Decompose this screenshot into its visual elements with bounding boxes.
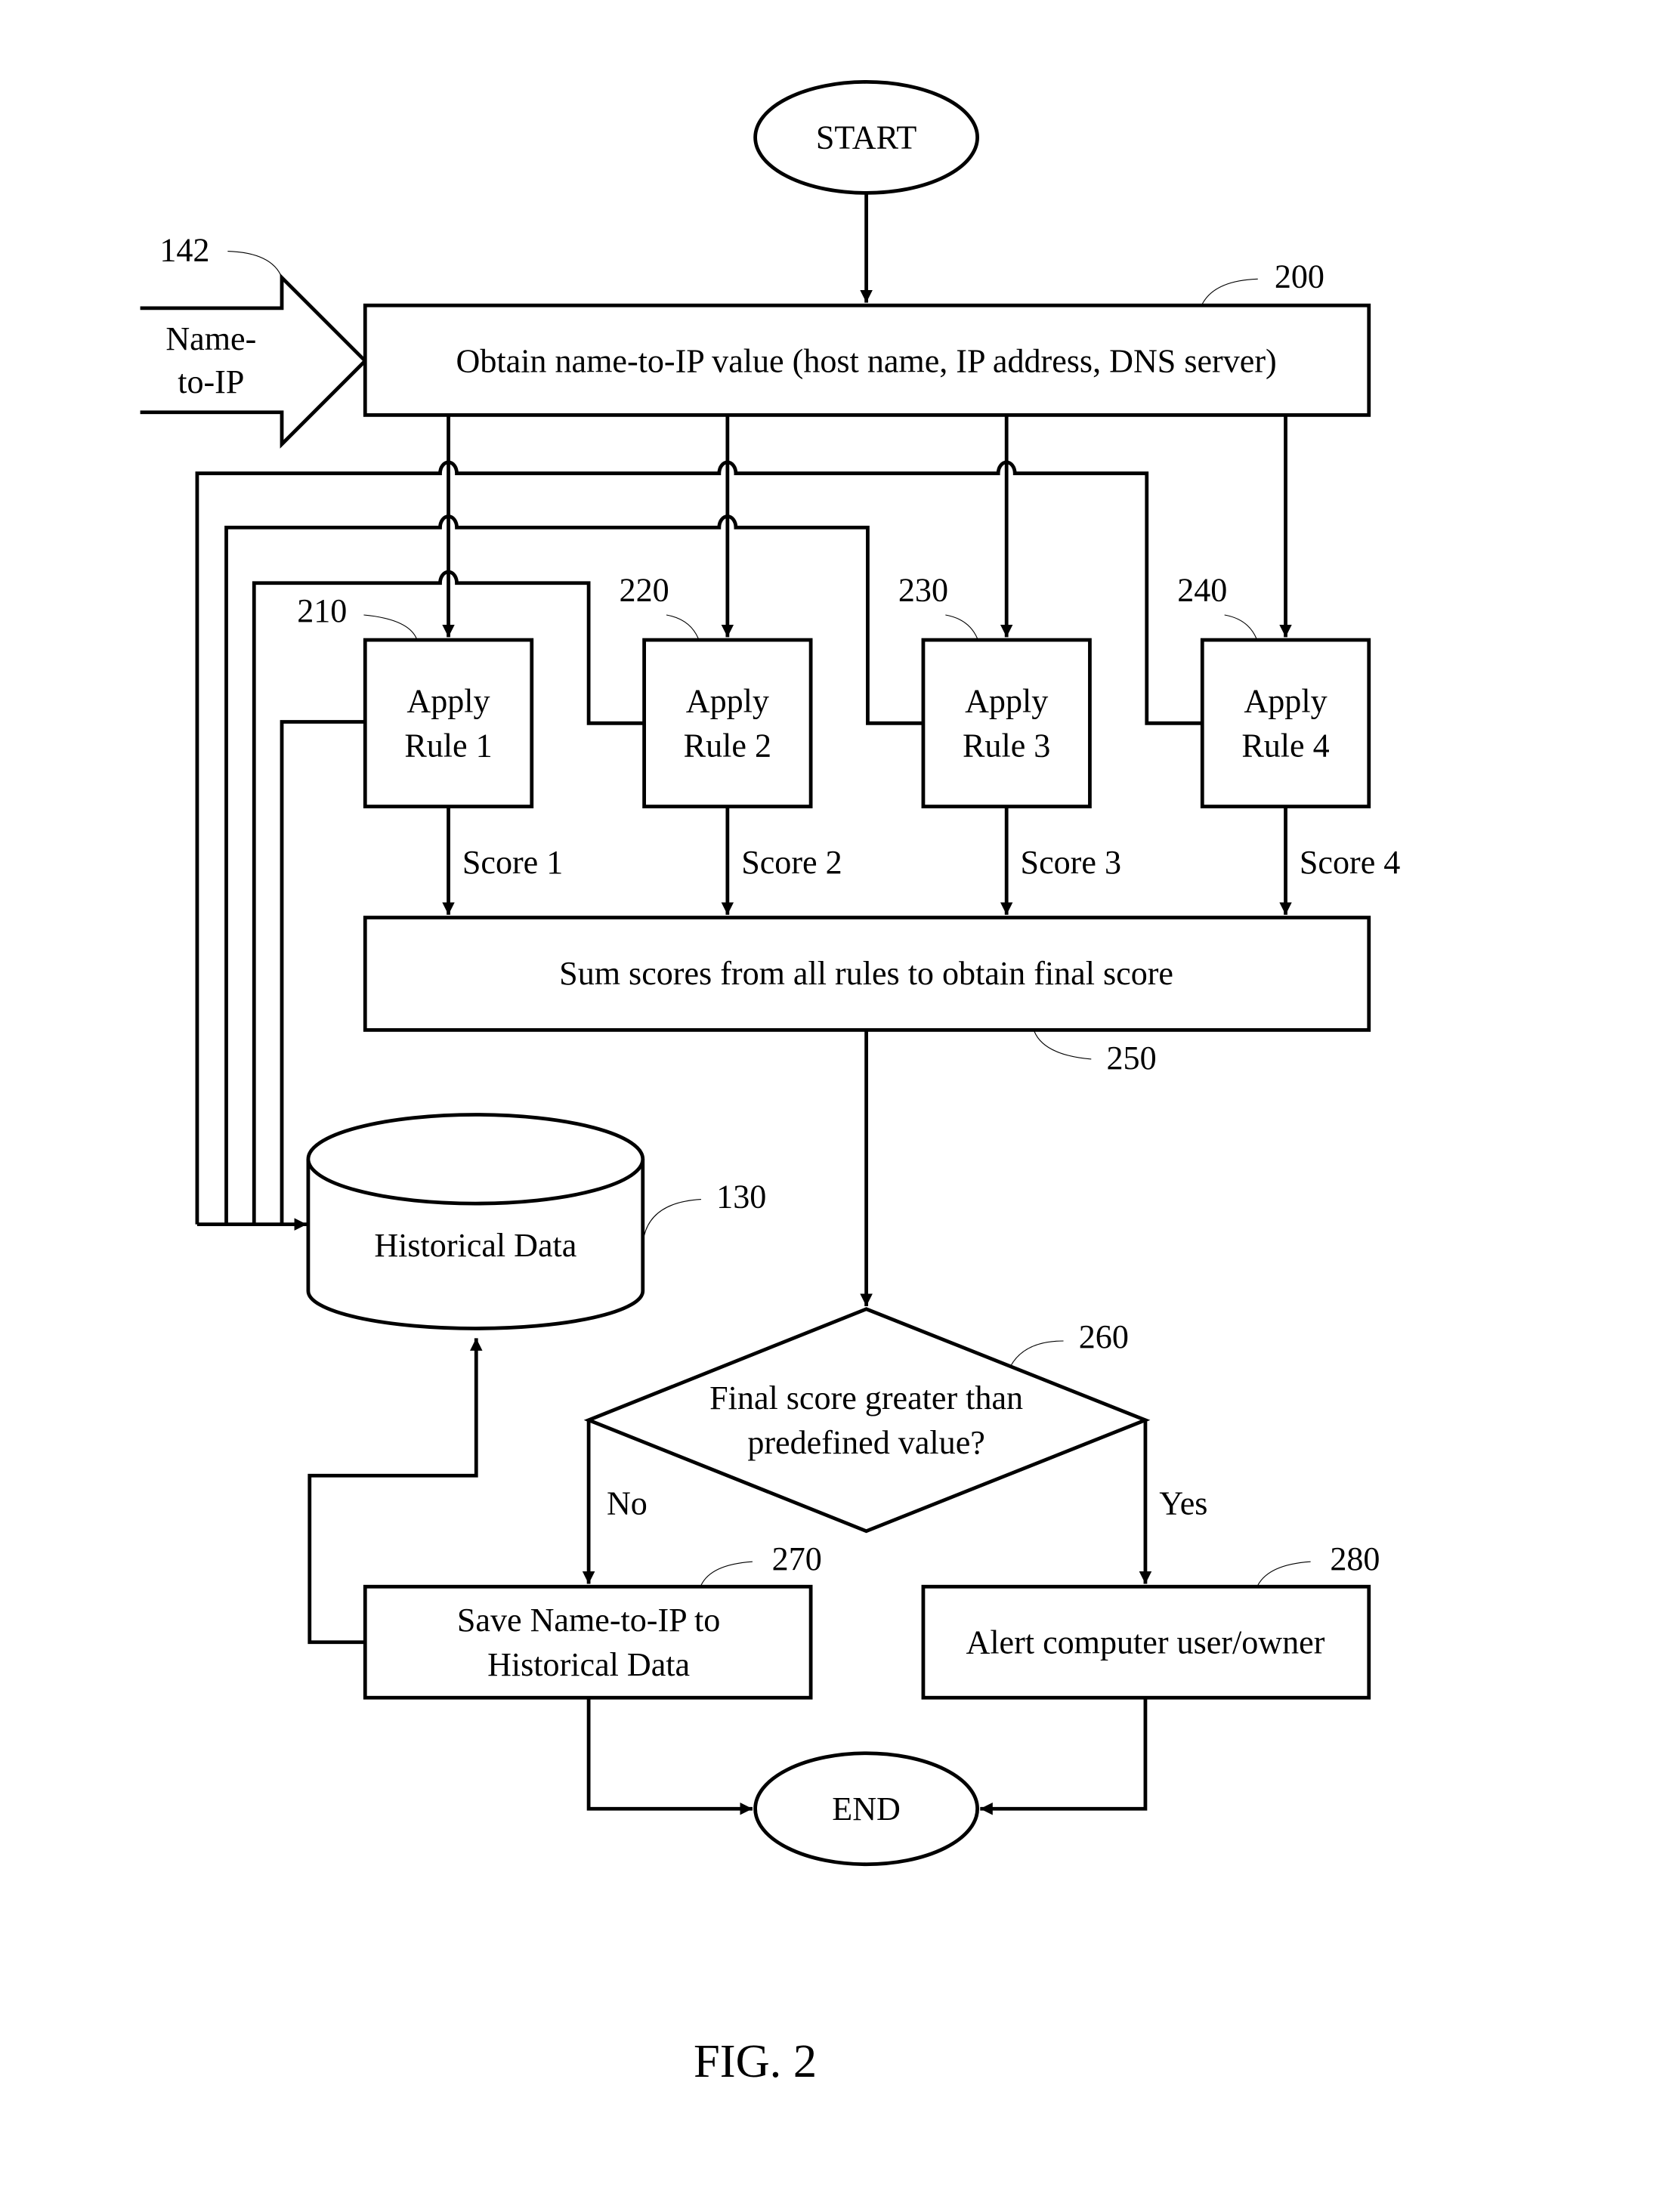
ref-250: 250 (1106, 1040, 1156, 1077)
no-label: No (607, 1485, 648, 1522)
rule-4-line2: Rule 4 (1241, 727, 1329, 764)
leader-210 (363, 614, 417, 639)
ref-142: 142 (159, 231, 209, 268)
end-label: END (832, 1790, 901, 1827)
flowchart: START Name- to-IP 142 Obtain name-to-IP … (140, 80, 1400, 2087)
score-1-label: Score 1 (462, 844, 563, 881)
alert-label: Alert computer user/owner (966, 1623, 1324, 1661)
score-2-label: Score 2 (741, 844, 842, 881)
leader-220 (666, 614, 699, 639)
rule-2-line2: Rule 2 (684, 727, 771, 764)
score-3-label: Score 3 (1021, 844, 1121, 881)
ref-210: 210 (297, 592, 347, 629)
alert-user-box: Alert computer user/owner (921, 1584, 1371, 1700)
ref-130: 130 (716, 1179, 766, 1216)
sum-scores-box: Sum scores from all rules to obtain fina… (363, 916, 1371, 1032)
leader-260 (1010, 1340, 1064, 1367)
leader-200 (1201, 278, 1258, 304)
ref-220: 220 (620, 572, 669, 609)
historical-data-label: Historical Data (374, 1227, 576, 1264)
rule-1-line2: Rule 1 (404, 727, 492, 764)
decision-line1: Final score greater than (709, 1379, 1023, 1416)
rule-3-line1: Apply (965, 683, 1048, 720)
leader-130 (644, 1199, 701, 1236)
yes-label: Yes (1159, 1485, 1207, 1522)
sum-scores-label: Sum scores from all rules to obtain fina… (559, 955, 1173, 992)
leader-230 (945, 614, 978, 639)
rule-box-2: Apply Rule 2 (642, 638, 813, 808)
ref-270: 270 (772, 1540, 822, 1577)
arrow-save-to-end (586, 1698, 753, 1815)
ref-280: 280 (1330, 1540, 1380, 1577)
rule-1-line1: Apply (406, 683, 490, 720)
save-to-historical-box: Save Name-to-IP to Historical Data (363, 1584, 813, 1700)
rule-2-line1: Apply (686, 683, 769, 720)
ref-260: 260 (1079, 1318, 1129, 1355)
rule-box-4: Apply Rule 4 (1200, 638, 1371, 808)
ref-200: 200 (1275, 258, 1324, 295)
save-line2: Historical Data (487, 1646, 690, 1683)
decision-line2: predefined value? (747, 1424, 985, 1461)
figure-caption: FIG. 2 (694, 2034, 817, 2087)
ref-240: 240 (1177, 572, 1227, 609)
arrow-alert-to-end (980, 1698, 1148, 1815)
leader-250 (1034, 1031, 1092, 1060)
obtain-value-label: Obtain name-to-IP value (host name, IP a… (456, 342, 1277, 379)
rule-box-1: Apply Rule 1 (363, 638, 534, 808)
ref-230: 230 (898, 572, 948, 609)
rule-box-3: Apply Rule 3 (921, 638, 1092, 808)
obtain-value-box: Obtain name-to-IP value (host name, IP a… (363, 303, 1371, 417)
historical-data-store: Historical Data (306, 1113, 645, 1330)
leader-270 (700, 1561, 753, 1586)
rule-3-line2: Rule 3 (963, 727, 1050, 764)
end-terminal: END (753, 1751, 979, 1867)
rule-4-line1: Apply (1244, 683, 1327, 720)
input-label-line1: Name- (165, 320, 256, 357)
decision-diamond: Final score greater than predefined valu… (583, 1307, 1151, 1534)
input-arrow-name-to-ip: Name- to-IP (140, 273, 368, 449)
leader-142 (227, 251, 283, 278)
start-terminal: START (753, 80, 979, 195)
start-label: START (816, 119, 916, 156)
score-4-label: Score 4 (1300, 844, 1400, 881)
save-line1: Save Name-to-IP to (457, 1602, 720, 1639)
leader-240 (1224, 614, 1257, 639)
leader-280 (1257, 1561, 1311, 1586)
input-label-line2: to-IP (178, 363, 244, 400)
